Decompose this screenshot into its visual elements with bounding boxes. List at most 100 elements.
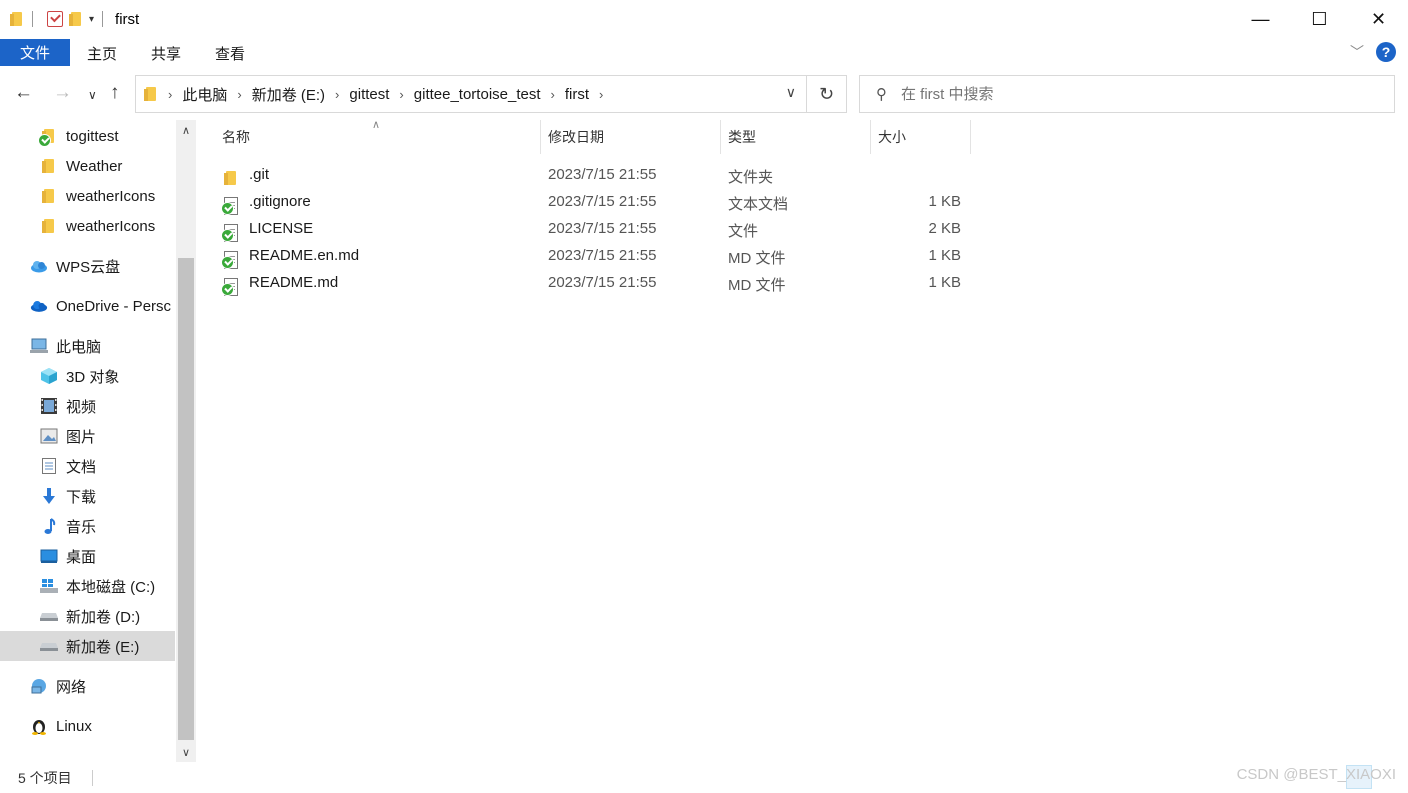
file-size: 1 KB <box>928 247 961 264</box>
file-size: 1 KB <box>928 274 961 291</box>
new-folder-icon[interactable] <box>69 11 83 27</box>
breadcrumb-chevron-icon[interactable]: › <box>599 87 603 102</box>
sidebar-item-label: 文档 <box>66 458 97 476</box>
search-input[interactable] <box>901 85 1381 103</box>
customize-toolbar-dropdown-icon[interactable]: ▾ <box>89 14 94 25</box>
tab-share[interactable]: 共享 <box>134 39 198 67</box>
file-row[interactable]: README.md 2023/7/15 21:55 MD 文件 1 KB <box>216 270 976 297</box>
sidebar-item-label: 网络 <box>56 678 87 696</box>
network-icon <box>30 677 48 695</box>
file-date: 2023/7/15 21:55 <box>548 274 657 291</box>
sidebar-item-network[interactable]: 网络 <box>0 671 175 701</box>
column-divider[interactable] <box>970 120 971 154</box>
up-arrow-icon[interactable]: ↑ <box>110 82 120 104</box>
divider <box>102 11 104 27</box>
sidebar-scrollbar[interactable]: ∧ ∨ <box>176 120 196 762</box>
breadcrumb-chevron-icon[interactable]: › <box>335 87 339 102</box>
breadcrumb-first[interactable]: first <box>565 86 589 103</box>
folder-icon <box>40 157 58 175</box>
sidebar-item-downloads[interactable]: 下载 <box>0 481 175 511</box>
computer-icon <box>30 337 48 355</box>
tab-home[interactable]: 主页 <box>70 39 134 67</box>
file-name: .git <box>249 166 270 183</box>
divider <box>32 11 33 27</box>
ribbon-tabs: 文件 主页 共享 查看 ﹀ ? <box>0 38 1408 68</box>
column-header-name[interactable]: 名称 <box>214 120 539 154</box>
sidebar-item-weather[interactable]: Weather <box>0 151 175 181</box>
sidebar-item-3d-objects[interactable]: 3D 对象 <box>0 361 175 391</box>
breadcrumb-chevron-icon[interactable]: › <box>168 87 172 102</box>
expand-ribbon-icon[interactable]: ﹀ <box>1350 42 1364 62</box>
file-row[interactable]: README.en.md 2023/7/15 21:55 MD 文件 1 KB <box>216 243 976 270</box>
scroll-up-icon[interactable]: ∧ <box>176 120 196 140</box>
sidebar-item-label: 3D 对象 <box>66 368 120 386</box>
search-box[interactable]: ⚲ <box>859 75 1395 113</box>
sidebar-item-label: Weather <box>66 157 123 175</box>
file-date: 2023/7/15 21:55 <box>548 220 657 237</box>
address-bar[interactable]: › 此电脑 › 新加卷 (E:) › gittest › gittee_tortois… <box>135 75 807 113</box>
column-header-date[interactable]: 修改日期 <box>540 120 720 154</box>
item-count: 5 个项目 <box>18 769 72 786</box>
sidebar-item-drive-d[interactable]: 新加卷 (D:) <box>0 601 175 631</box>
scroll-down-icon[interactable]: ∨ <box>176 742 196 762</box>
sidebar-item-this-pc[interactable]: 此电脑 <box>0 331 175 361</box>
file-row[interactable]: LICENSE 2023/7/15 21:55 文件 2 KB <box>216 216 976 243</box>
scrollbar-thumb[interactable] <box>178 258 194 740</box>
sidebar-item-onedrive[interactable]: OneDrive - Persc <box>0 291 175 321</box>
sidebar-item-linux[interactable]: Linux <box>0 711 175 741</box>
breadcrumb-gittest[interactable]: gittest <box>349 86 389 103</box>
address-history-dropdown-icon[interactable]: ∨ <box>786 84 796 101</box>
column-header-size[interactable]: 大小 <box>870 120 970 154</box>
file-row[interactable]: .git 2023/7/15 21:55 文件夹 <box>216 162 976 189</box>
file-git-ok-icon <box>221 247 240 269</box>
tab-file[interactable]: 文件 <box>0 38 70 66</box>
sidebar-item-pictures[interactable]: 图片 <box>0 421 175 451</box>
sidebar-item-videos[interactable]: 视频 <box>0 391 175 421</box>
file-row[interactable]: .gitignore 2023/7/15 21:55 文本文档 1 KB <box>216 189 976 216</box>
sidebar-item-wps-cloud[interactable]: WPS云盘 <box>0 251 175 281</box>
minimize-button[interactable]: — <box>1231 0 1290 38</box>
back-arrow-icon[interactable]: ← <box>14 82 33 104</box>
title-bar: ▾ first — ☐ ✕ <box>0 0 1408 38</box>
sidebar-item-weathericons-2[interactable]: weatherIcons <box>0 211 175 241</box>
breadcrumb-this-pc[interactable]: 此电脑 <box>182 84 227 105</box>
music-icon <box>40 517 58 535</box>
sidebar-item-desktop[interactable]: 桌面 <box>0 541 175 571</box>
sidebar-item-togittest[interactable]: togittest <box>0 121 175 151</box>
file-date: 2023/7/15 21:55 <box>548 166 657 183</box>
sidebar-item-drive-c[interactable]: 本地磁盘 (C:) <box>0 571 175 601</box>
folder-icon <box>224 166 240 185</box>
sidebar-item-label: 下载 <box>66 488 97 506</box>
maximize-button[interactable]: ☐ <box>1290 0 1349 38</box>
sidebar-item-weathericons[interactable]: weatherIcons <box>0 181 175 211</box>
file-type: MD 文件 <box>728 250 786 267</box>
sidebar-item-label: 本地磁盘 (C:) <box>66 578 156 596</box>
sidebar-item-label: 新加卷 (D:) <box>66 608 141 626</box>
tab-view[interactable]: 查看 <box>198 39 262 67</box>
properties-icon[interactable] <box>47 11 63 27</box>
recent-locations-dropdown-icon[interactable]: ∨ <box>88 88 97 102</box>
sidebar-item-label: 图片 <box>66 428 97 446</box>
sidebar-item-documents[interactable]: 文档 <box>0 451 175 481</box>
folder-icon <box>40 217 58 235</box>
folder-icon[interactable] <box>10 11 24 27</box>
forward-arrow-icon[interactable]: → <box>53 82 72 104</box>
sidebar-item-drive-e[interactable]: 新加卷 (E:) <box>0 631 175 661</box>
file-date: 2023/7/15 21:55 <box>548 247 657 264</box>
sidebar-item-label: 新加卷 (E:) <box>66 638 140 656</box>
file-type: MD 文件 <box>728 277 786 294</box>
file-name: README.en.md <box>249 247 360 264</box>
download-icon <box>40 487 58 505</box>
sidebar-item-music[interactable]: 音乐 <box>0 511 175 541</box>
breadcrumb-chevron-icon[interactable]: › <box>237 87 241 102</box>
breadcrumb-chevron-icon[interactable]: › <box>551 87 555 102</box>
help-icon[interactable]: ? <box>1376 42 1396 62</box>
breadcrumb-drive-e[interactable]: 新加卷 (E:) <box>252 84 325 105</box>
breadcrumb-chevron-icon[interactable]: › <box>399 87 403 102</box>
sidebar-item-label: weatherIcons <box>66 187 156 205</box>
sidebar-item-label: 音乐 <box>66 518 97 536</box>
close-button[interactable]: ✕ <box>1349 0 1408 38</box>
refresh-button[interactable]: ↻ <box>807 75 847 113</box>
breadcrumb-gittee-tortoise-test[interactable]: gittee_tortoise_test <box>414 86 541 103</box>
column-header-type[interactable]: 类型 <box>720 120 870 154</box>
